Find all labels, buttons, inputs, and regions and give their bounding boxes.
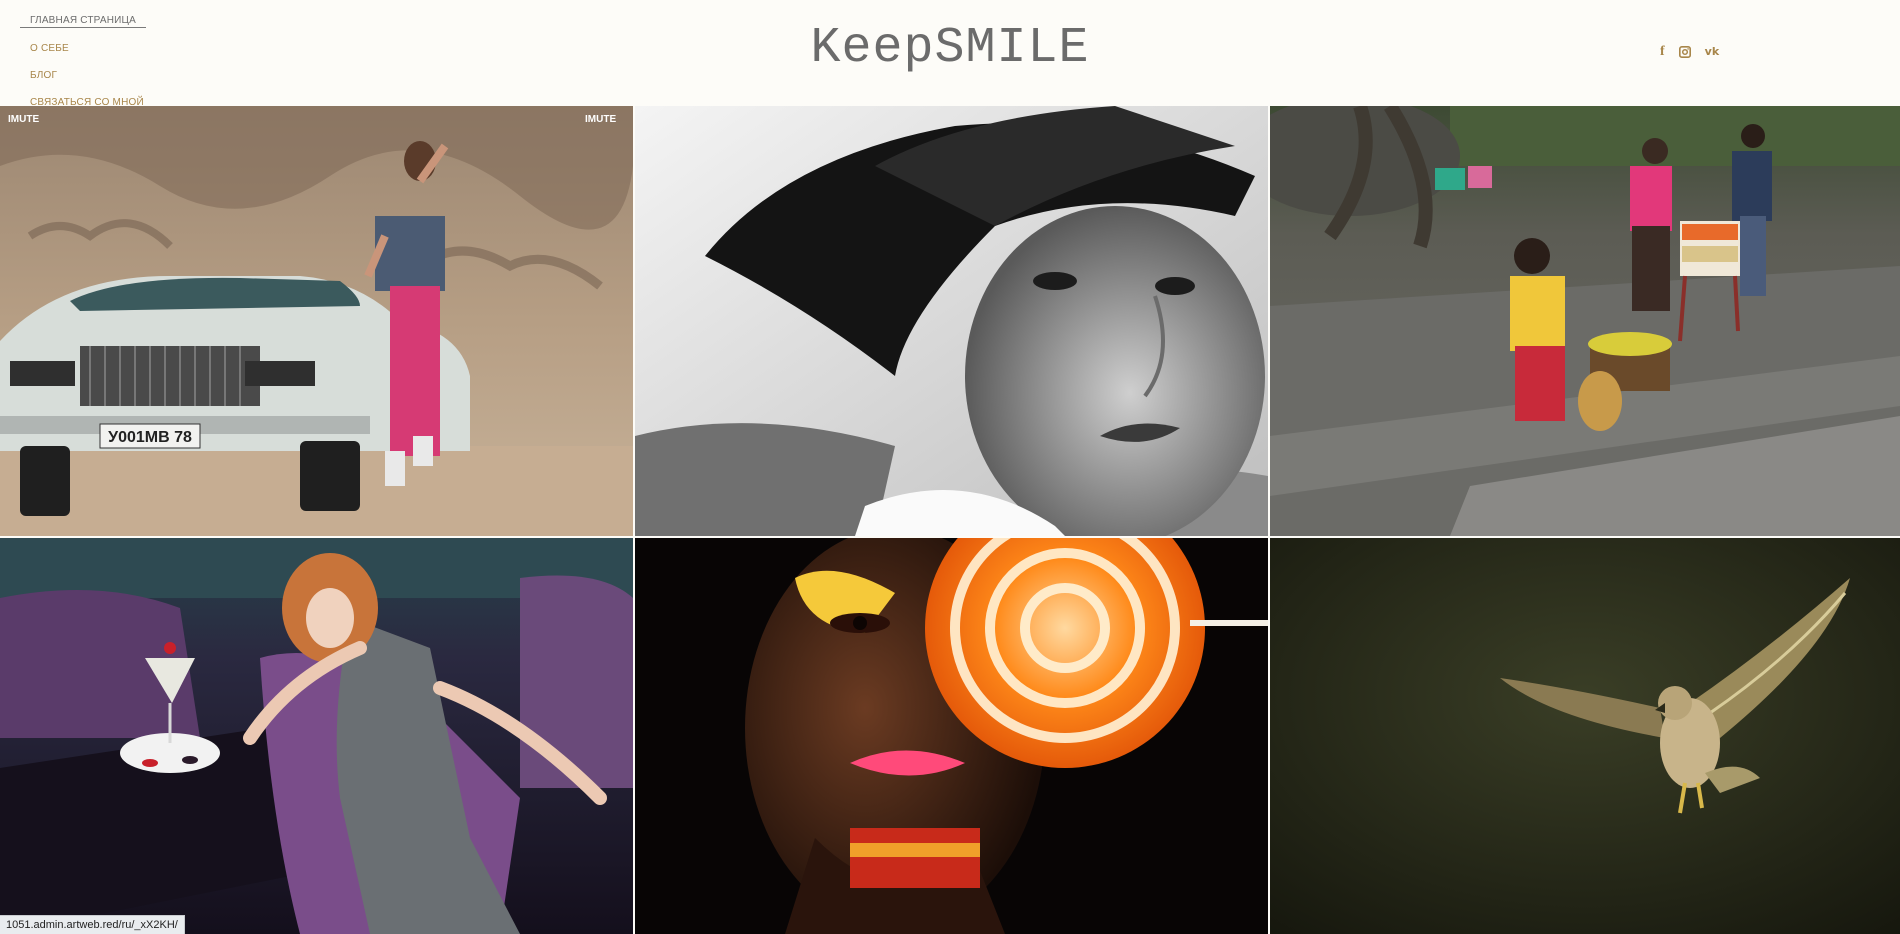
gallery-photo-car-fashion[interactable]: У001МВ 78 IMUTE IMUTE <box>0 106 633 536</box>
photo-image <box>635 106 1268 536</box>
gallery-photo-lounge-fashion[interactable] <box>0 538 633 934</box>
site-header: ГЛАВНАЯ СТРАНИЦА О СЕБЕ БЛОГ СВЯЗАТЬСЯ С… <box>0 0 1900 108</box>
vk-icon[interactable]: vk <box>1705 45 1720 58</box>
site-logo-text[interactable]: KeepSMILE <box>810 20 1089 77</box>
photo-image <box>1270 538 1900 934</box>
photo-image <box>635 538 1268 934</box>
gallery-photo-hawk[interactable] <box>1270 538 1900 934</box>
nav-item-blog: БЛОГ <box>20 65 154 92</box>
nav-item-home: ГЛАВНАЯ СТРАНИЦА <box>20 10 154 38</box>
browser-status-bar: 1051.admin.artweb.red/ru/_xX2KH/ <box>0 915 185 934</box>
gallery-photo-lollipop-beauty[interactable] <box>635 538 1268 934</box>
nav-link-about[interactable]: О СЕБЕ <box>20 42 79 65</box>
nav-link-home[interactable]: ГЛАВНАЯ СТРАНИЦА <box>20 14 146 28</box>
facebook-icon[interactable]: f <box>1660 45 1665 59</box>
gallery-photo-bw-portrait[interactable] <box>635 106 1268 536</box>
nav-item-about: О СЕБЕ <box>20 38 154 65</box>
gallery-photo-street-vendor[interactable] <box>1270 106 1900 536</box>
social-links: f vk <box>1660 45 1720 59</box>
instagram-icon[interactable] <box>1678 45 1691 58</box>
main-nav: ГЛАВНАЯ СТРАНИЦА О СЕБЕ БЛОГ СВЯЗАТЬСЯ С… <box>20 10 154 119</box>
license-plate-text: У001МВ 78 <box>108 429 192 446</box>
photo-image <box>0 538 633 934</box>
watermark-left: IMUTE <box>8 114 39 125</box>
nav-link-blog[interactable]: БЛОГ <box>20 69 67 92</box>
photo-gallery: У001МВ 78 IMUTE IMUTE <box>0 106 1900 934</box>
watermark-right: IMUTE <box>585 114 616 125</box>
photo-image: У001МВ 78 IMUTE IMUTE <box>0 106 633 536</box>
site-logo: KeepSMILE <box>0 20 1900 77</box>
photo-image <box>1270 106 1900 536</box>
